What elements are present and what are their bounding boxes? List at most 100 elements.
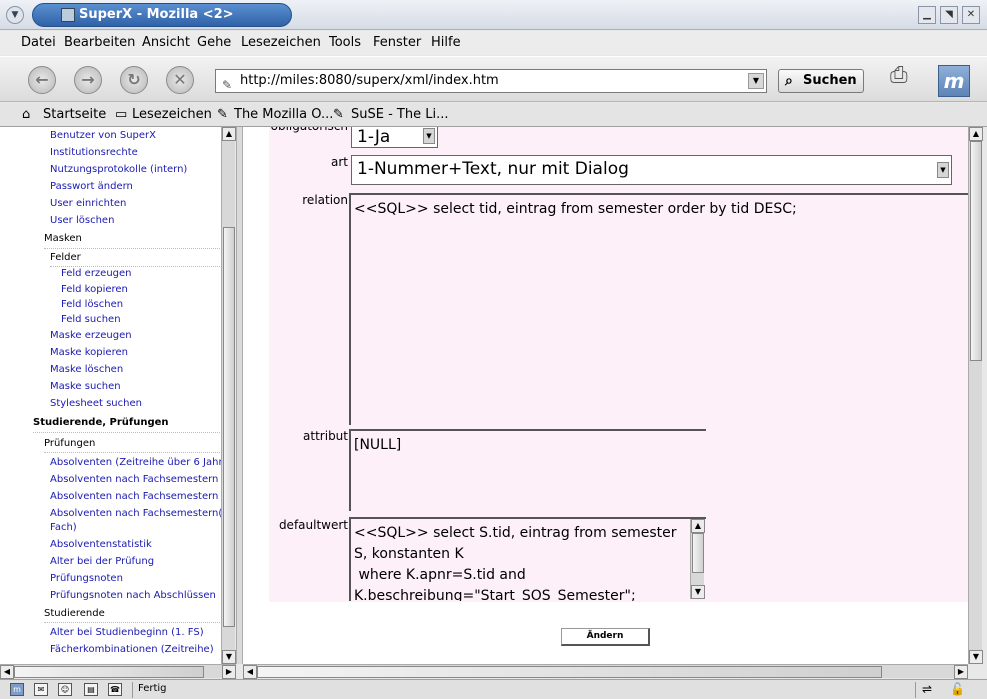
forward-arrow-icon: → [81,70,95,89]
sidebar-item[interactable]: Maske suchen [50,381,121,392]
mozilla-throbber-icon[interactable]: m [938,65,970,97]
sidebar-item[interactable]: Absolventen nach Fachsemestern [50,474,218,485]
navigation-toolbar: ← → ↻ ✕ ✎ http://miles:8080/superx/xml/i… [0,56,987,102]
status-bar: m ✉ ☺ ▤ ☎ Fertig ⇌ 🔓 [0,679,987,699]
sidebar-separator [44,622,220,623]
sidebar-item[interactable]: Fächerkombinationen (Zeitreihe) [50,644,214,655]
sidebar-scroll-thumb[interactable] [223,227,235,627]
stop-button[interactable]: ✕ [166,66,194,94]
minimize-button[interactable]: ▁ [918,6,936,24]
sidebar-item[interactable]: Maske kopieren [50,347,128,358]
composer-icon[interactable]: ▤ [84,683,98,696]
art-select[interactable]: 1-Nummer+Text, nur mit Dialog ▼ [351,155,952,185]
url-bar[interactable]: ✎ http://miles:8080/superx/xml/index.htm… [215,69,767,93]
attribut-textarea[interactable]: [NULL] [349,429,706,511]
sidebar-hscroll-thumb[interactable] [14,666,204,678]
field-label-relation: relation [302,193,348,207]
sidebar-item[interactable]: Maske erzeugen [50,330,132,341]
reload-button[interactable]: ↻ [120,66,148,94]
defaultwert-textarea[interactable]: <<SQL>> select S.tid, eintrag from semes… [349,517,706,601]
scroll-up-arrow-icon[interactable]: ▲ [691,519,705,533]
sidebar-item[interactable]: Stylesheet suchen [50,398,142,409]
scroll-down-arrow-icon[interactable]: ▼ [691,585,705,599]
sidebar-item[interactable]: Institutionsrechte [50,147,138,158]
sidebar-item[interactable]: Absolventen (Zeitreihe über 6 Jahre) [50,457,221,468]
obligatorisch-select[interactable]: 1-Ja ▼ [351,127,438,148]
menu-lesezeichen[interactable]: Lesezeichen [241,35,321,50]
sidebar-vertical-scrollbar[interactable]: ▲ ▼ [221,127,236,664]
sidebar-item[interactable]: Feld löschen [61,299,123,310]
navigator-icon[interactable]: m [10,683,24,696]
menu-gehe[interactable]: Gehe [197,35,231,50]
sidebar-item[interactable]: Alter bei der Prüfung [50,556,154,567]
sidebar-separator [44,248,220,249]
bookmark-suse[interactable]: SuSE - The Li... [351,107,448,122]
maximize-button[interactable]: ◥ [940,6,958,24]
window-menu-button[interactable]: ▼ [6,6,24,24]
sidebar-item[interactable]: Maske löschen [50,364,123,375]
bookmark-lesezeichen[interactable]: Lesezeichen [132,107,212,122]
sidebar-section-studierende-pruefungen: Studierende, Prüfungen [33,417,169,428]
scroll-up-arrow-icon[interactable]: ▲ [222,127,236,141]
scroll-right-arrow-icon[interactable]: ▶ [222,665,236,679]
scroll-down-arrow-icon[interactable]: ▼ [222,650,236,664]
sidebar-item[interactable]: Feld kopieren [61,284,128,295]
relation-textarea[interactable]: <<SQL>> select tid, eintrag from semeste… [349,193,968,425]
mail-icon[interactable]: ✉ [34,683,48,696]
search-button[interactable]: ⌕ Suchen [778,69,864,93]
scroll-left-arrow-icon[interactable]: ◀ [243,665,257,679]
sidebar-item[interactable]: Absolventen nach Fachsemestern(nur [50,508,221,519]
home-icon: ⌂ [22,107,31,122]
close-window-button[interactable]: ✕ [962,6,980,24]
obligatorisch-value: 1-Ja [357,127,391,147]
sidebar-item[interactable]: User einrichten [50,198,126,209]
sidebar-item[interactable]: Absolventenstatistik [50,539,152,550]
menu-ansicht[interactable]: Ansicht [142,35,190,50]
sidebar-item[interactable]: Nutzungsprotokolle (intern) [50,164,187,175]
sidebar-item[interactable]: Alter bei Studienbeginn (1. FS) [50,627,204,638]
scroll-left-arrow-icon[interactable]: ◀ [0,665,14,679]
bookmark-mozilla[interactable]: The Mozilla O... [234,107,333,122]
content-vertical-scrollbar[interactable]: ▲ ▼ [968,127,983,664]
sidebar-item[interactable]: Fach) [50,522,77,533]
defaultwert-scroll-thumb[interactable] [692,533,704,573]
sidebar-group-pruefungen: Prüfungen [44,438,96,449]
content-hscroll-thumb[interactable] [257,666,882,678]
sidebar-item[interactable]: Feld erzeugen [61,268,132,279]
frame-splitter[interactable] [236,127,243,664]
scroll-right-arrow-icon[interactable]: ▶ [954,665,968,679]
menu-bearbeiten[interactable]: Bearbeiten [64,35,135,50]
menu-fenster[interactable]: Fenster [373,35,421,50]
field-label-attribut: attribut [303,429,348,443]
mozilla-app-icon [61,8,75,22]
sidebar-item[interactable]: Benutzer von SuperX [50,130,156,141]
menu-tools[interactable]: Tools [329,35,361,50]
sidebar-item[interactable]: Passwort ändern [50,181,133,192]
scroll-up-arrow-icon[interactable]: ▲ [969,127,983,141]
sidebar-item[interactable]: Feld suchen [61,314,121,325]
sidebar-item[interactable]: Absolventen nach Fachsemestern (mit [50,491,221,502]
content-horizontal-scrollbar[interactable]: ◀ ▶ [243,664,968,679]
chat-icon[interactable]: ☺ [58,683,72,696]
print-icon[interactable]: ⎙ [890,63,920,93]
scroll-down-arrow-icon[interactable]: ▼ [969,650,983,664]
chevron-down-icon: ▼ [423,128,435,144]
bookmark-startseite[interactable]: Startseite [43,107,106,122]
aendern-button[interactable]: Ändern [561,628,650,646]
back-button[interactable]: ← [28,66,56,94]
addressbook-icon[interactable]: ☎ [108,683,122,696]
status-text: Fertig [138,683,167,694]
sidebar-item[interactable]: Prüfungsnoten [50,573,123,584]
sidebar-item[interactable]: User löschen [50,215,114,226]
sidebar-horizontal-scrollbar[interactable]: ◀ ▶ [0,664,236,679]
menu-datei[interactable]: Datei [21,35,56,50]
security-lock-icon[interactable]: 🔓 [950,682,965,696]
defaultwert-scrollbar[interactable]: ▲ ▼ [690,519,705,599]
url-history-dropdown[interactable]: ▼ [748,73,764,89]
sidebar-item[interactable]: Prüfungsnoten nach Abschlüssen [50,590,216,601]
window-title: SuperX - Mozilla <2> [79,7,234,22]
menu-hilfe[interactable]: Hilfe [431,35,461,50]
online-status-icon[interactable]: ⇌ [922,682,932,696]
forward-button[interactable]: → [74,66,102,94]
content-scroll-thumb[interactable] [970,141,982,361]
